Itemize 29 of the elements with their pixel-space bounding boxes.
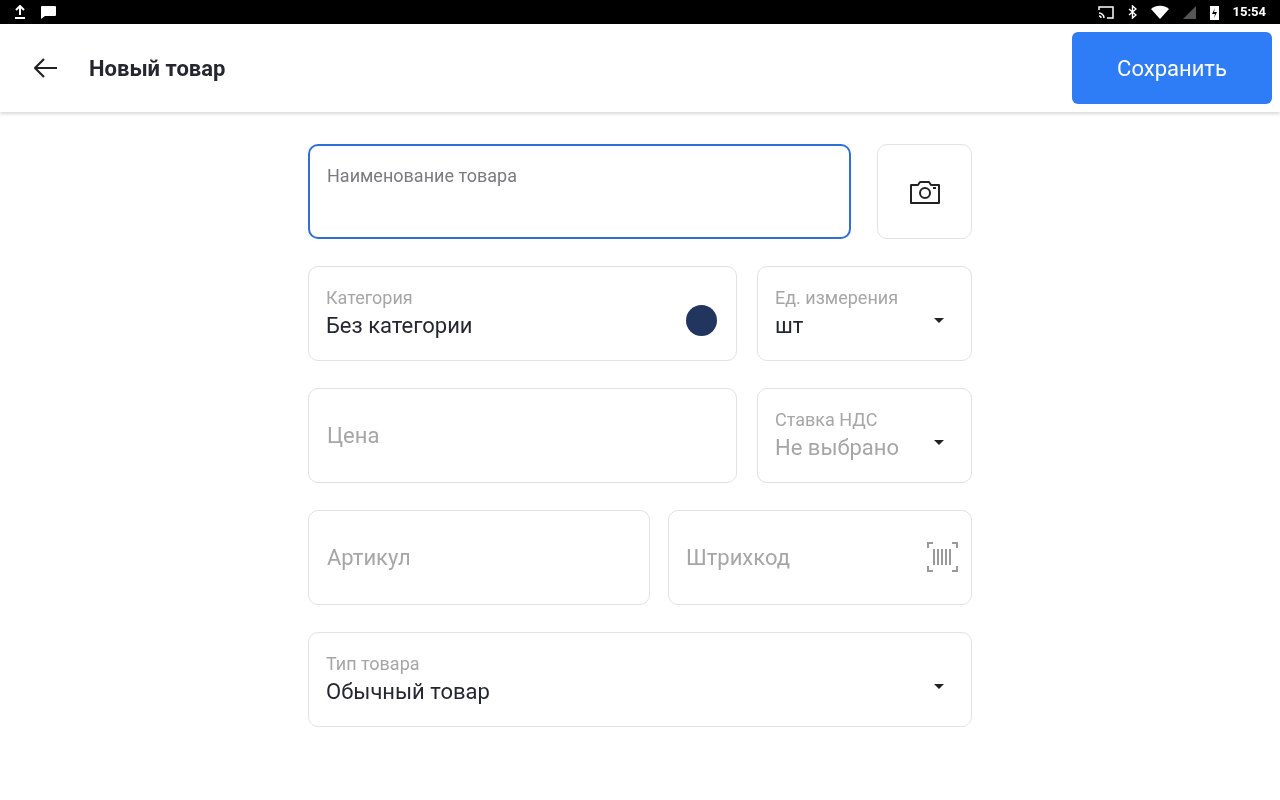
category-picker[interactable]: Категория Без категории xyxy=(308,266,737,361)
message-icon xyxy=(40,5,57,19)
field-label: Ставка НДС xyxy=(775,407,879,432)
barcode-icon xyxy=(927,542,958,572)
dropdown-caret-icon xyxy=(934,318,944,323)
field-label: Категория xyxy=(326,285,414,310)
upload-icon xyxy=(14,5,26,19)
field-value: шт xyxy=(775,311,805,340)
dropdown-caret-icon xyxy=(934,440,944,445)
dropdown-select[interactable]: Тип товара Обычный товар xyxy=(308,632,972,727)
field-label: Тип товара xyxy=(326,651,421,676)
camera-icon xyxy=(908,178,941,205)
field-placeholder: Не выбрано xyxy=(775,433,901,462)
signal-icon xyxy=(1182,5,1196,19)
input-field[interactable]: Наименование товара xyxy=(308,144,851,239)
status-time: 15:54 xyxy=(1232,3,1266,22)
battery-charging-icon xyxy=(1209,4,1219,20)
photo-button[interactable] xyxy=(877,144,972,239)
cast-icon xyxy=(1097,5,1114,19)
back-arrow-icon xyxy=(34,58,58,78)
save-button[interactable]: Сохранить xyxy=(1072,32,1272,104)
field-value: Без категории xyxy=(326,311,474,340)
page-title: Новый товар xyxy=(89,54,226,83)
wifi-icon xyxy=(1150,5,1169,19)
bluetooth-icon xyxy=(1127,5,1137,19)
field-value: Обычный товар xyxy=(326,677,491,706)
dropdown-select[interactable]: Ед. измерения шт xyxy=(757,266,972,361)
dropdown-caret-icon xyxy=(934,684,944,689)
field-label: Ед. измерения xyxy=(775,285,900,310)
